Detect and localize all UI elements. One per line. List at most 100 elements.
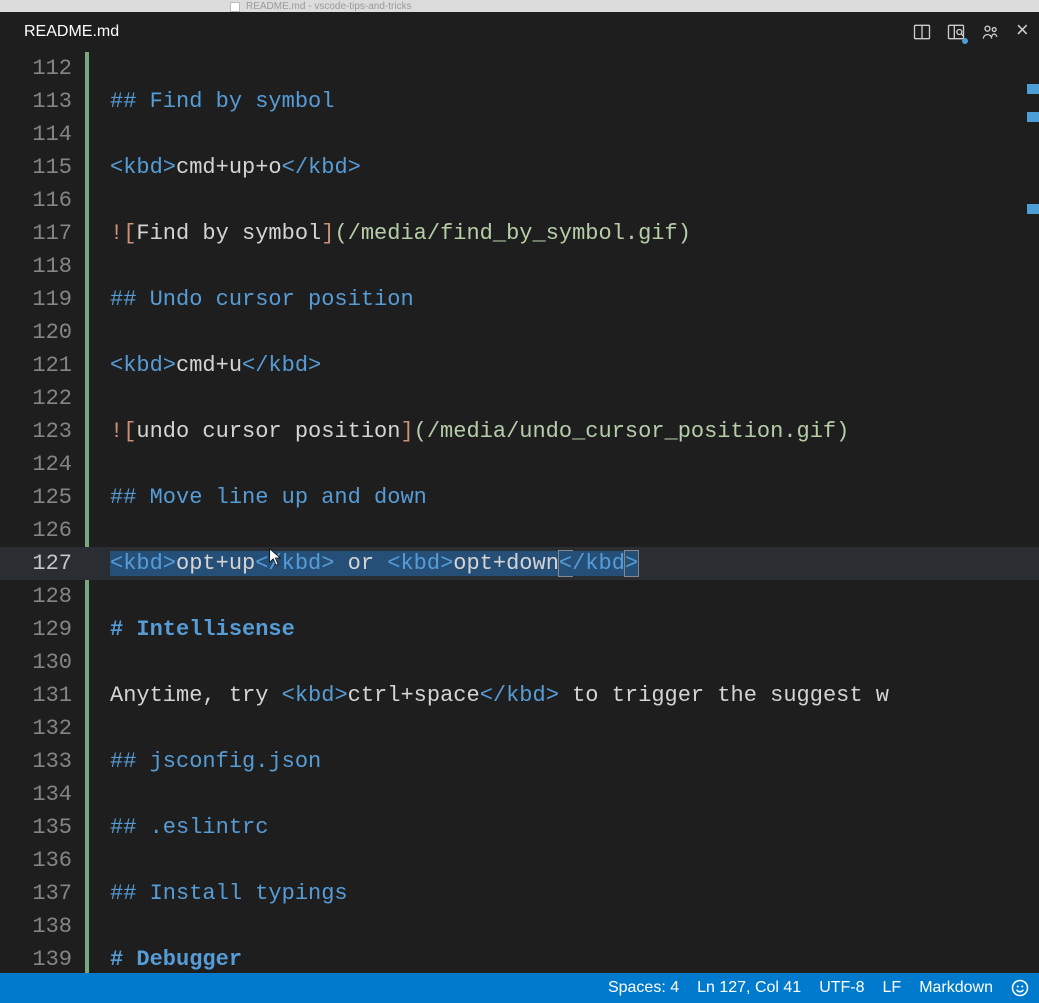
- line-number: 133: [0, 745, 80, 778]
- line-number: 128: [0, 580, 80, 613]
- overview-ruler[interactable]: [1025, 52, 1039, 973]
- code-line[interactable]: 121<kbd>cmd+u</kbd>: [0, 349, 1039, 382]
- line-number: 132: [0, 712, 80, 745]
- line-content[interactable]: ## jsconfig.json: [80, 745, 321, 778]
- line-content[interactable]: [80, 646, 110, 679]
- code-line[interactable]: 131Anytime, try <kbd>ctrl+space</kbd> to…: [0, 679, 1039, 712]
- line-content[interactable]: <kbd>cmd+up+o</kbd>: [80, 151, 361, 184]
- line-number: 118: [0, 250, 80, 283]
- editor-tab-label: README.md: [24, 23, 119, 41]
- code-line[interactable]: 135## .eslintrc: [0, 811, 1039, 844]
- code-line[interactable]: 132: [0, 712, 1039, 745]
- line-content[interactable]: <kbd>opt+up</kbd> or <kbd>opt+down</kbd>: [80, 547, 638, 580]
- code-line[interactable]: 116: [0, 184, 1039, 217]
- line-number: 125: [0, 481, 80, 514]
- editor-actions: ×: [912, 21, 1031, 43]
- line-content[interactable]: ![undo cursor position](/media/undo_curs…: [80, 415, 849, 448]
- line-number: 134: [0, 778, 80, 811]
- overview-mark: [1027, 112, 1039, 122]
- line-content[interactable]: [80, 844, 110, 877]
- code-line[interactable]: 125## Move line up and down: [0, 481, 1039, 514]
- code-line[interactable]: 126: [0, 514, 1039, 547]
- line-content[interactable]: [80, 316, 110, 349]
- line-content[interactable]: ## Find by symbol: [80, 85, 334, 118]
- code-line[interactable]: 115<kbd>cmd+up+o</kbd>: [0, 151, 1039, 184]
- line-number: 126: [0, 514, 80, 547]
- line-number: 127: [0, 547, 80, 580]
- line-number: 119: [0, 283, 80, 316]
- code-line[interactable]: 128: [0, 580, 1039, 613]
- line-content[interactable]: ## .eslintrc: [80, 811, 268, 844]
- line-number: 138: [0, 910, 80, 943]
- os-window-tab-title: README.md - vscode-tips-and-tricks: [246, 1, 412, 12]
- line-content[interactable]: ![Find by symbol](/media/find_by_symbol.…: [80, 217, 691, 250]
- line-content[interactable]: [80, 514, 110, 547]
- open-preview-icon[interactable]: [946, 22, 966, 42]
- line-number: 130: [0, 646, 80, 679]
- line-number: 129: [0, 613, 80, 646]
- line-content[interactable]: <kbd>cmd+u</kbd>: [80, 349, 321, 382]
- code-line[interactable]: 123![undo cursor position](/media/undo_c…: [0, 415, 1039, 448]
- editor-viewport[interactable]: 112113## Find by symbol114115<kbd>cmd+up…: [0, 52, 1039, 973]
- line-content[interactable]: [80, 448, 110, 481]
- line-number: 137: [0, 877, 80, 910]
- line-content[interactable]: [80, 250, 110, 283]
- code-line[interactable]: 129# Intellisense: [0, 613, 1039, 646]
- code-line[interactable]: 139# Debugger: [0, 943, 1039, 976]
- line-number: 120: [0, 316, 80, 349]
- line-number: 112: [0, 52, 80, 85]
- code-line[interactable]: 124: [0, 448, 1039, 481]
- line-content[interactable]: [80, 52, 110, 85]
- code-line[interactable]: 133## jsconfig.json: [0, 745, 1039, 778]
- overview-mark: [1027, 204, 1039, 214]
- feedback-icon[interactable]: [1011, 979, 1029, 997]
- status-bar: Spaces: 4 Ln 127, Col 41 UTF-8 LF Markdo…: [0, 973, 1039, 1003]
- split-editor-icon[interactable]: [912, 22, 932, 42]
- code-line[interactable]: 122: [0, 382, 1039, 415]
- editor-tab-bar: README.md ×: [0, 12, 1039, 52]
- line-number: 115: [0, 151, 80, 184]
- line-content[interactable]: [80, 382, 110, 415]
- line-content[interactable]: ## Install typings: [80, 877, 348, 910]
- line-content[interactable]: [80, 118, 110, 151]
- code-line[interactable]: 138: [0, 910, 1039, 943]
- line-content[interactable]: ## Move line up and down: [80, 481, 427, 514]
- code-line[interactable]: 119## Undo cursor position: [0, 283, 1039, 316]
- code-line[interactable]: 130: [0, 646, 1039, 679]
- line-number: 116: [0, 184, 80, 217]
- code-line[interactable]: 114: [0, 118, 1039, 151]
- line-number: 121: [0, 349, 80, 382]
- line-content[interactable]: # Intellisense: [80, 613, 295, 646]
- more-actions-icon[interactable]: [980, 22, 1000, 42]
- code-line[interactable]: 112: [0, 52, 1039, 85]
- line-number: 114: [0, 118, 80, 151]
- code-line[interactable]: 134: [0, 778, 1039, 811]
- code-line[interactable]: 136: [0, 844, 1039, 877]
- code-line[interactable]: 137## Install typings: [0, 877, 1039, 910]
- code-line[interactable]: 118: [0, 250, 1039, 283]
- line-content[interactable]: [80, 712, 110, 745]
- line-content[interactable]: [80, 184, 110, 217]
- code-line[interactable]: 127<kbd>opt+up</kbd> or <kbd>opt+down</k…: [0, 547, 1039, 580]
- status-encoding[interactable]: UTF-8: [819, 979, 864, 997]
- close-editor-icon[interactable]: ×: [1014, 21, 1031, 43]
- line-content[interactable]: [80, 910, 110, 943]
- line-number: 131: [0, 679, 80, 712]
- line-content[interactable]: # Debugger: [80, 943, 242, 976]
- line-content[interactable]: Anytime, try <kbd>ctrl+space</kbd> to tr…: [80, 679, 889, 712]
- status-cursor[interactable]: Ln 127, Col 41: [697, 979, 801, 997]
- editor-tab-readme[interactable]: README.md: [0, 12, 143, 52]
- line-content[interactable]: [80, 778, 110, 811]
- code-line[interactable]: 117![Find by symbol](/media/find_by_symb…: [0, 217, 1039, 250]
- overview-mark: [1027, 84, 1039, 94]
- code-editor[interactable]: 112113## Find by symbol114115<kbd>cmd+up…: [0, 52, 1039, 976]
- status-language[interactable]: Markdown: [919, 979, 993, 997]
- code-line[interactable]: 120: [0, 316, 1039, 349]
- line-number: 122: [0, 382, 80, 415]
- code-line[interactable]: 113## Find by symbol: [0, 85, 1039, 118]
- status-indent[interactable]: Spaces: 4: [608, 979, 679, 997]
- line-content[interactable]: [80, 580, 110, 613]
- status-eol[interactable]: LF: [883, 979, 902, 997]
- line-number: 136: [0, 844, 80, 877]
- line-content[interactable]: ## Undo cursor position: [80, 283, 414, 316]
